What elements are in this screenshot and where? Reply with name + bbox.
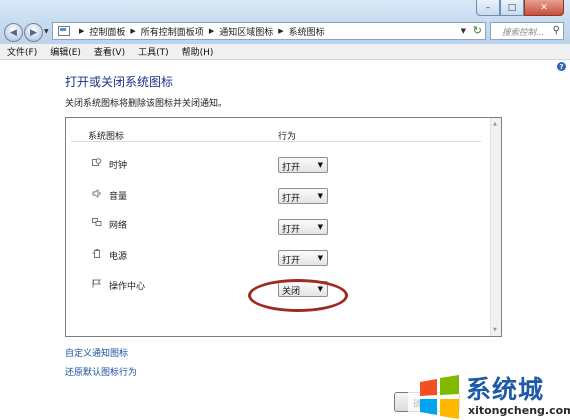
- speaker-icon: [92, 189, 101, 198]
- row-label: 操作中心: [109, 282, 146, 292]
- back-button[interactable]: ◀: [4, 23, 23, 42]
- chevron-down-icon: ▼: [317, 161, 323, 169]
- breadcrumb-separator-icon[interactable]: ▶: [130, 27, 135, 35]
- page-description: 关闭系统图标将删除该图标并关闭通知。: [65, 99, 228, 109]
- page-title: 打开或关闭系统图标: [65, 75, 174, 89]
- select-value: 打开: [282, 256, 301, 266]
- row-label: 音量: [109, 192, 128, 202]
- behavior-select[interactable]: 打开 ▼: [278, 188, 328, 204]
- behavior-select[interactable]: 打开 ▼: [278, 219, 328, 235]
- windows-logo-icon: [420, 375, 459, 419]
- breadcrumb: ▶ 控制面板 ▶ 所有控制面板项 ▶ 通知区域图标 ▶ 系统图标: [74, 25, 325, 38]
- help-icon[interactable]: ?: [557, 62, 566, 71]
- title-bar: – □ ✕ ◀ ▶ ▼ ▶ 控制面板 ▶ 所有控制面板项 ▶ 通知区域图标 ▶ …: [0, 0, 570, 44]
- behavior-select[interactable]: 打开 ▼: [278, 250, 328, 266]
- power-icon: [92, 249, 100, 258]
- search-input[interactable]: 搜索控制... ⚲: [490, 22, 564, 40]
- menu-file[interactable]: 文件(F): [0, 45, 43, 58]
- address-dropdown-icon[interactable]: ▼: [461, 27, 466, 35]
- breadcrumb-item[interactable]: 系统图标: [289, 25, 325, 38]
- menu-help[interactable]: 帮助(H): [175, 45, 220, 58]
- chevron-down-icon: ▼: [317, 192, 323, 200]
- menu-edit[interactable]: 编辑(E): [43, 45, 87, 58]
- window-controls: – □ ✕: [476, 0, 564, 16]
- behavior-select[interactable]: 打开 ▼: [278, 157, 328, 173]
- breadcrumb-item[interactable]: 控制面板: [89, 25, 125, 38]
- restore-default-behavior-link[interactable]: 还原默认图标行为: [65, 365, 137, 378]
- minimize-button[interactable]: –: [476, 0, 500, 16]
- breadcrumb-item[interactable]: 所有控制面板项: [141, 25, 204, 38]
- forward-arrow-icon: ▶: [30, 27, 37, 38]
- highlight-ring: [248, 279, 348, 312]
- scroll-down-icon[interactable]: ▼: [493, 327, 497, 333]
- customize-notification-icons-link[interactable]: 自定义通知图标: [65, 346, 128, 359]
- chevron-down-icon: ▼: [317, 254, 323, 262]
- menu-view[interactable]: 查看(V): [87, 45, 131, 58]
- select-value: 打开: [282, 163, 301, 173]
- breadcrumb-separator-icon[interactable]: ▶: [278, 27, 283, 35]
- row-label: 网络: [109, 221, 128, 231]
- search-icon[interactable]: ⚲: [553, 25, 560, 36]
- recent-pages-dropdown[interactable]: ▼: [44, 28, 49, 35]
- menu-tools[interactable]: 工具(T): [131, 45, 175, 58]
- watermark-brand: 系统城: [466, 375, 545, 404]
- breadcrumb-separator-icon: ▶: [79, 27, 85, 35]
- flag-icon: [92, 279, 101, 288]
- breadcrumb-item[interactable]: 通知区域图标: [219, 25, 273, 38]
- maximize-button[interactable]: □: [500, 0, 524, 16]
- row-label: 时钟: [109, 161, 128, 171]
- select-value: 打开: [282, 194, 301, 204]
- vertical-scrollbar[interactable]: ▲ ▼: [490, 118, 501, 336]
- control-panel-icon: [58, 26, 70, 36]
- network-icon: [92, 218, 102, 226]
- forward-button[interactable]: ▶: [24, 23, 43, 42]
- address-bar[interactable]: ▶ 控制面板 ▶ 所有控制面板项 ▶ 通知区域图标 ▶ 系统图标 ▼ ↻: [52, 22, 486, 40]
- clock-icon: [92, 158, 102, 166]
- menu-bar: 文件(F) 编辑(E) 查看(V) 工具(T) 帮助(H): [0, 44, 570, 60]
- scroll-up-icon[interactable]: ▲: [493, 121, 497, 127]
- row-label: 电源: [109, 252, 128, 262]
- watermark-url: xitongcheng.com: [468, 404, 570, 417]
- close-button[interactable]: ✕: [524, 0, 564, 16]
- chevron-down-icon: ▼: [317, 223, 323, 231]
- header-divider: [71, 141, 481, 142]
- select-value: 打开: [282, 225, 301, 235]
- refresh-icon[interactable]: ↻: [473, 24, 482, 37]
- search-placeholder: 搜索控制...: [502, 28, 545, 38]
- breadcrumb-separator-icon[interactable]: ▶: [209, 27, 214, 35]
- back-arrow-icon: ◀: [10, 27, 17, 38]
